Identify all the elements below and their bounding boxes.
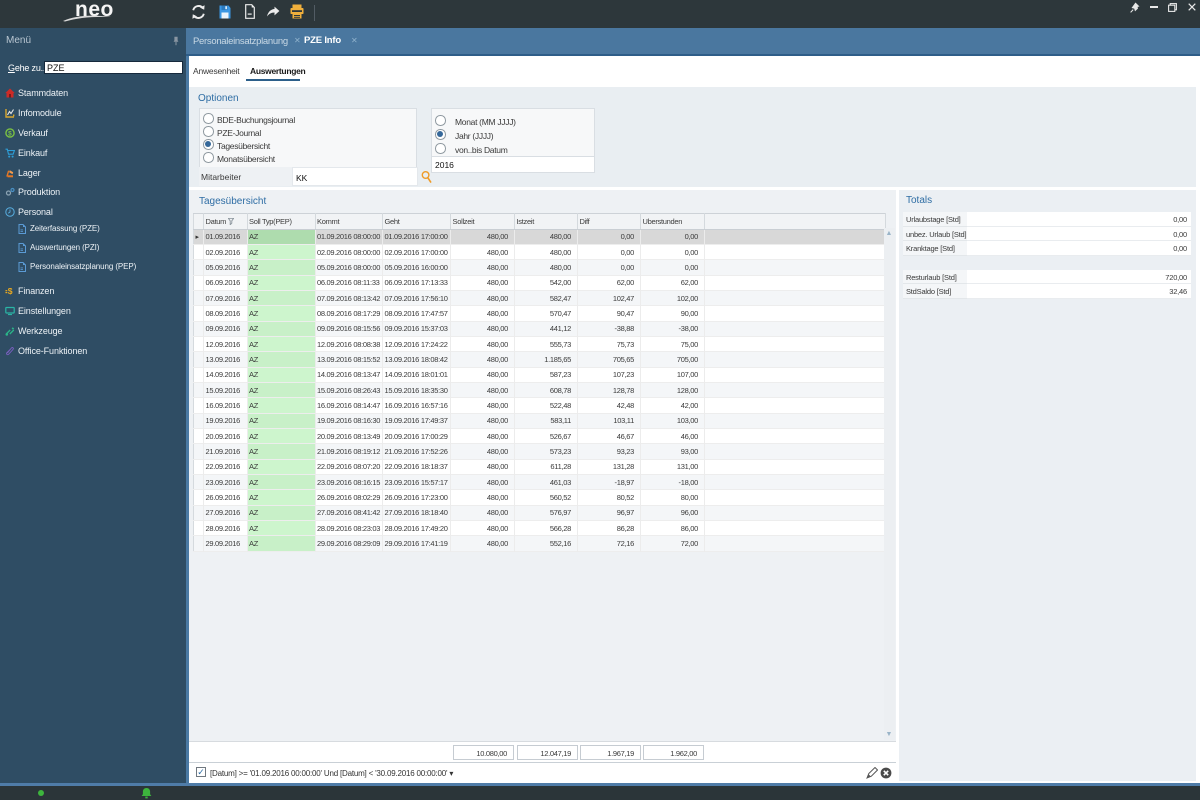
- svg-text:$: $: [8, 286, 13, 296]
- svg-text:$: $: [8, 130, 12, 137]
